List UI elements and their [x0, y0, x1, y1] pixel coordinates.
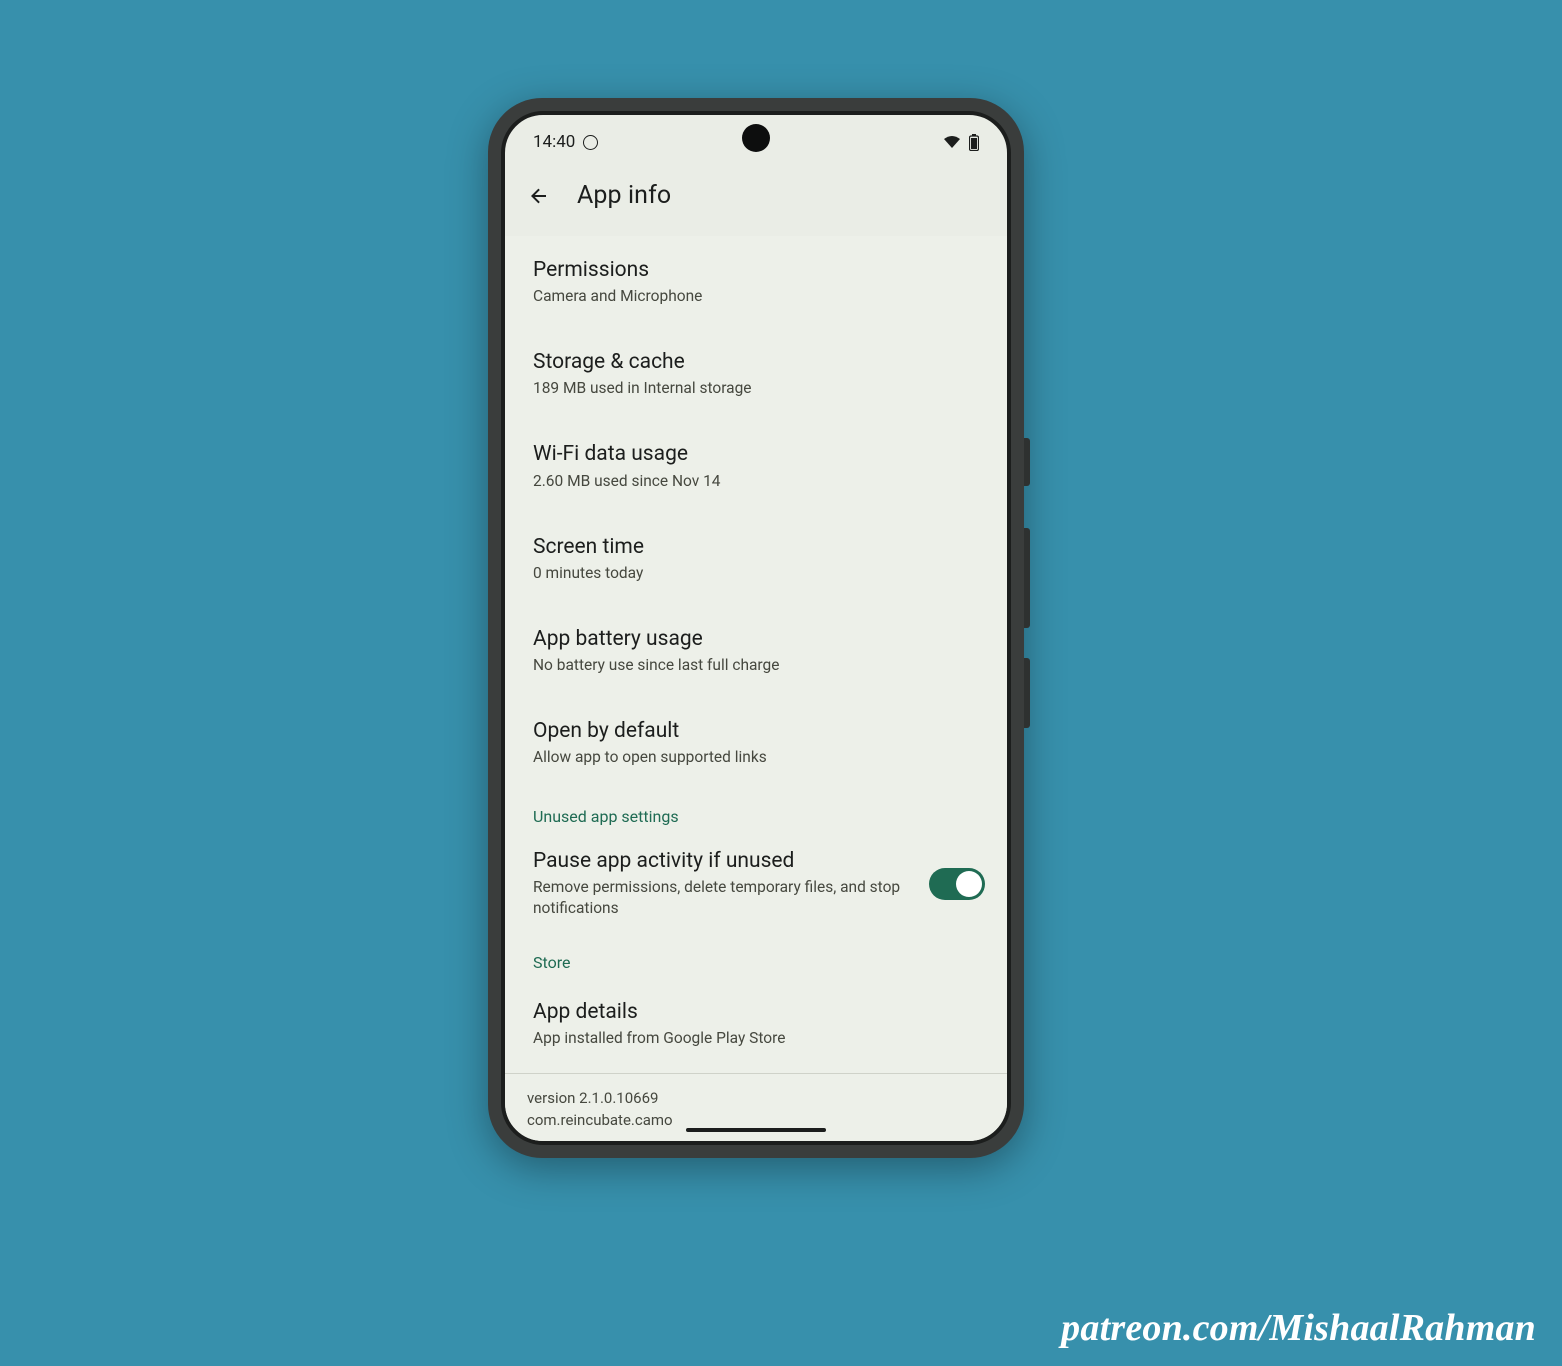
- setting-title: Permissions: [533, 257, 979, 283]
- setting-subtitle: Remove permissions, delete temporary fil…: [533, 877, 915, 919]
- setting-subtitle: Allow app to open supported links: [533, 747, 979, 768]
- setting-subtitle: No battery use since last full charge: [533, 655, 979, 676]
- setting-pause-activity: Pause app activity if unused Remove perm…: [505, 832, 1007, 935]
- setting-open-default[interactable]: Open by default Allow app to open suppor…: [505, 697, 1007, 789]
- setting-subtitle: 2.60 MB used since Nov 14: [533, 471, 979, 492]
- setting-screen-time[interactable]: Screen time 0 minutes today: [505, 513, 1007, 605]
- setting-storage-cache[interactable]: Storage & cache 189 MB used in Internal …: [505, 328, 1007, 420]
- setting-title: App battery usage: [533, 626, 979, 652]
- camera-notch: [742, 124, 770, 152]
- setting-title: Screen time: [533, 534, 979, 560]
- battery-icon: [969, 134, 979, 151]
- pause-activity-toggle[interactable]: [929, 868, 985, 900]
- setting-subtitle: App installed from Google Play Store: [533, 1028, 979, 1049]
- side-button: [1024, 658, 1030, 728]
- section-store: Store: [505, 935, 1007, 978]
- side-button: [1024, 528, 1030, 628]
- setting-title: App details: [533, 999, 979, 1025]
- setting-subtitle: 189 MB used in Internal storage: [533, 378, 979, 399]
- side-button: [1024, 438, 1030, 486]
- toggle-knob: [956, 871, 982, 897]
- setting-title: Wi-Fi data usage: [533, 441, 979, 467]
- setting-subtitle: Camera and Microphone: [533, 286, 979, 307]
- setting-wifi-data[interactable]: Wi-Fi data usage 2.60 MB used since Nov …: [505, 420, 1007, 512]
- setting-title: Pause app activity if unused: [533, 848, 915, 874]
- clock-icon: [583, 135, 598, 150]
- version-text: version 2.1.0.10669: [527, 1088, 985, 1110]
- wifi-icon: [943, 135, 961, 149]
- phone-frame: 14:40 App info Permissions Camera and: [488, 98, 1024, 1158]
- home-indicator[interactable]: [686, 1128, 826, 1132]
- page-title: App info: [577, 181, 671, 210]
- back-arrow-icon[interactable]: [527, 184, 551, 208]
- setting-permissions[interactable]: Permissions Camera and Microphone: [505, 236, 1007, 328]
- screen: 14:40 App info Permissions Camera and: [501, 111, 1011, 1145]
- setting-battery-usage[interactable]: App battery usage No battery use since l…: [505, 605, 1007, 697]
- status-time: 14:40: [533, 132, 575, 152]
- app-bar: App info: [505, 159, 1007, 236]
- watermark: patreon.com/MishaalRahman: [1061, 1306, 1536, 1350]
- section-unused-apps: Unused app settings: [505, 789, 1007, 832]
- setting-subtitle: 0 minutes today: [533, 563, 979, 584]
- setting-title: Open by default: [533, 718, 979, 744]
- setting-app-details[interactable]: App details App installed from Google Pl…: [505, 978, 1007, 1067]
- setting-title: Storage & cache: [533, 349, 979, 375]
- settings-content: Permissions Camera and Microphone Storag…: [505, 236, 1007, 1141]
